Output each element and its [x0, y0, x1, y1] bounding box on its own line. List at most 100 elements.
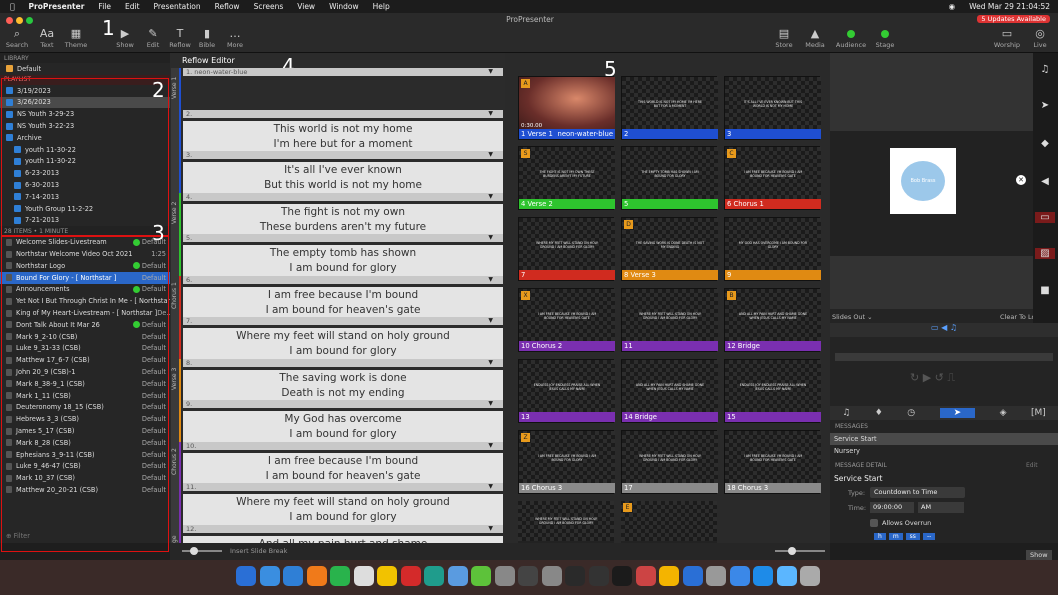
type-select[interactable]: Countdown to Time [870, 487, 965, 498]
send-icon[interactable]: ➤ [1035, 100, 1055, 111]
presentation-item[interactable]: Mark 8_38-9_1 (CSB) Default [0, 378, 170, 390]
slide-thumbnail[interactable]: THE FIGHT IS NOT MY OWN THESE BURDENS AR… [518, 146, 615, 210]
menu-file[interactable]: File [98, 2, 111, 11]
presentation-item[interactable]: King of My Heart-Livestream - [ Northsta… [0, 307, 170, 319]
reflow-slide-header[interactable]: 9. ▼ [183, 400, 503, 408]
slide-thumbnail[interactable]: ENDLESS JOY ENDLESS PRAISE ALL WHEN JESU… [724, 359, 821, 423]
propresenter-icon[interactable] [400, 566, 421, 586]
menu-window[interactable]: Window [329, 2, 359, 11]
safari-icon[interactable] [259, 566, 280, 586]
reflow-slide-text[interactable]: The fight is not my own These burdens are… [183, 203, 503, 236]
screen-icon[interactable] [447, 566, 468, 586]
library-default[interactable]: Default [0, 63, 170, 75]
format-m[interactable]: m [888, 533, 903, 540]
reflow-slide-text[interactable]: My God has overcome I am bound for glory [183, 411, 503, 443]
reflow-slide-header[interactable]: 10. ▼ [183, 441, 503, 450]
reflow-slide-header[interactable]: 4. ▼ [183, 192, 503, 201]
reflow-slide-text[interactable]: This world is not my home I'm here but fo… [183, 120, 503, 153]
slide-thumbnail[interactable]: AND ALL MY PAIN HURT AND SHAME GONE WHEN… [724, 288, 821, 352]
slide-thumbnail[interactable]: 0:30.00 A 1 Verse 1 neon-water-blue [518, 76, 615, 140]
slide-thumbnail[interactable]: THIS WORLD IS NOT MY HOME I'M HERE BUT F… [621, 76, 718, 140]
finder-icon[interactable] [236, 566, 256, 586]
reflow-slide-text[interactable]: Where my feet will stand on holy ground I… [183, 328, 503, 360]
menu-edit[interactable]: Edit [125, 2, 140, 11]
menu-help[interactable]: Help [373, 2, 390, 11]
console-icon[interactable] [612, 566, 632, 586]
presentation-item[interactable]: Hebrews 3_3 (CSB) Default [0, 413, 170, 425]
close-window-button[interactable] [6, 17, 13, 24]
slide-thumbnail[interactable]: I AM FREE BECAUSE I'M BOUND I AM BOUND F… [724, 146, 821, 210]
reflow-slide-text[interactable]: The empty tomb has shown I am bound for g… [183, 245, 503, 277]
slide-thumbnail[interactable]: I AM FREE BECAUSE I'M BOUND I AM BOUND F… [518, 430, 615, 494]
zoom-window-button[interactable] [26, 17, 33, 24]
presentation-item[interactable]: Mark 8_28 (CSB) Default [0, 437, 170, 449]
menu-reflow[interactable]: Reflow [215, 2, 240, 11]
video-icon[interactable]: ■ [1035, 285, 1055, 296]
announce-icon[interactable]: ◀ [1035, 176, 1055, 187]
reflow-slide-header[interactable]: 5. ▼ [183, 234, 503, 242]
zoom-slider-right[interactable] [775, 550, 825, 552]
presentation-item[interactable]: Mark 1_11 (CSB) Default [0, 390, 170, 402]
insert-slide-break-button[interactable]: Insert Slide Break [230, 547, 287, 555]
chevron-down-icon[interactable]: ▼ [488, 442, 493, 450]
chevron-down-icon[interactable]: ▼ [488, 483, 493, 491]
office-icon[interactable] [306, 566, 327, 586]
slide-thumbnail[interactable]: AND ALL MY PAIN HURT AND SHAME GONE WHEN… [621, 359, 718, 423]
audio-icon[interactable]: ♫ [1035, 64, 1055, 75]
minimize-window-button[interactable] [16, 17, 23, 24]
presentation-item[interactable]: Deuteronomy 18_15 (CSB) Default [0, 402, 170, 414]
message-service-start[interactable]: Service Start [830, 433, 1058, 445]
slides-out-dropdown[interactable]: Slides Out ⌄ [832, 313, 873, 321]
presentation-item[interactable]: James 5_17 (CSB) Default [0, 425, 170, 437]
chevron-down-icon[interactable]: ▼ [488, 525, 493, 533]
theme-button[interactable]: ▦ Theme [59, 27, 93, 49]
reflow-slide-header[interactable]: 6. ▼ [183, 275, 503, 284]
show-message-button[interactable]: Show [1026, 550, 1052, 560]
reflow-slide-text[interactable]: The saving work is done Death is not my e… [183, 369, 503, 402]
zoom-slider-knob-left[interactable] [190, 547, 198, 555]
reflow-slide-header[interactable]: 7. ▼ [183, 317, 503, 325]
presentation-item[interactable]: Ephesians 3_9-11 (CSB) Default [0, 449, 170, 461]
presentation-item[interactable]: Matthew 20_20-21 (CSB) Default [0, 484, 170, 496]
close-icon[interactable]: ✕ [1016, 175, 1026, 185]
chevron-down-icon[interactable]: ▼ [488, 110, 493, 118]
apple-icon[interactable]:  [10, 2, 15, 11]
presentation-item[interactable]: Mark 10_37 (CSB) Default [0, 472, 170, 484]
presentation-item[interactable]: Welcome Slides-Livestream Default [0, 236, 170, 248]
playlist-item[interactable]: 7-21-2013 [0, 215, 170, 227]
chevron-down-icon[interactable]: ▼ [488, 359, 493, 367]
playlist-item[interactable]: NS Youth 3-29-23 [0, 108, 170, 120]
piano-icon[interactable] [541, 566, 562, 586]
preview-icon[interactable] [424, 566, 444, 586]
slide-thumbnail[interactable]: THE SAVING WORK IS DONE DEATH IS NOT MY … [621, 217, 718, 281]
slide-thumbnail[interactable]: ENDLESS JOY ENDLESS PRAISE ALL WHEN JESU… [518, 359, 615, 423]
format-ss[interactable]: ss [905, 533, 920, 540]
clock-icon[interactable] [635, 566, 656, 586]
notes-icon[interactable] [682, 566, 703, 586]
menu-app[interactable]: ProPresenter [29, 2, 85, 11]
reflow-slide-text[interactable]: Where my feet will stand on holy ground I… [183, 494, 503, 526]
slide-thumbnail[interactable]: I AM FREE BECAUSE I'M BOUND I AM BOUND F… [724, 430, 821, 494]
playlist-item[interactable]: 6-30-2013 [0, 179, 170, 191]
menu-screens[interactable]: Screens [254, 2, 284, 11]
playlist-item[interactable]: 7-14-2013 [0, 191, 170, 203]
slide-thumbnail[interactable]: WHERE MY FEET WILL STAND ON HOLY GROUND … [518, 217, 615, 281]
layers-icon[interactable]: ◈ [1000, 408, 1007, 418]
edit-message-button[interactable]: Edit [1026, 462, 1038, 469]
slide-thumbnail[interactable]: E [621, 501, 717, 543]
stack-icon[interactable]: ◆ [1035, 138, 1055, 149]
worship-button[interactable]: ▭ Worship [990, 27, 1024, 49]
appstore-icon[interactable] [753, 566, 773, 586]
mouse-icon[interactable] [494, 566, 515, 586]
presentation-item[interactable]: Dont Talk About It Mar 26 Default [0, 319, 170, 331]
presentation-item[interactable]: Luke 9_31-33 (CSB) Default [0, 343, 170, 355]
reflow-slide-header[interactable]: 8. ▼ [183, 358, 503, 367]
image-icon[interactable]: ▨ [1035, 248, 1055, 259]
playlist-item[interactable]: Youth Group 11-2-22 [0, 203, 170, 215]
playlist-item[interactable]: Archive [0, 132, 170, 144]
presentation-item[interactable]: Northstar Welcome Video Oct 2021 1:25 [0, 248, 170, 260]
chrome-like-icon[interactable] [353, 566, 374, 586]
trash-icon[interactable] [800, 566, 820, 586]
slide-thumbnail[interactable]: WHERE MY FEET WILL STAND ON HOLY GROUND … [621, 430, 718, 494]
store-button[interactable]: ▤ Store [767, 27, 801, 49]
